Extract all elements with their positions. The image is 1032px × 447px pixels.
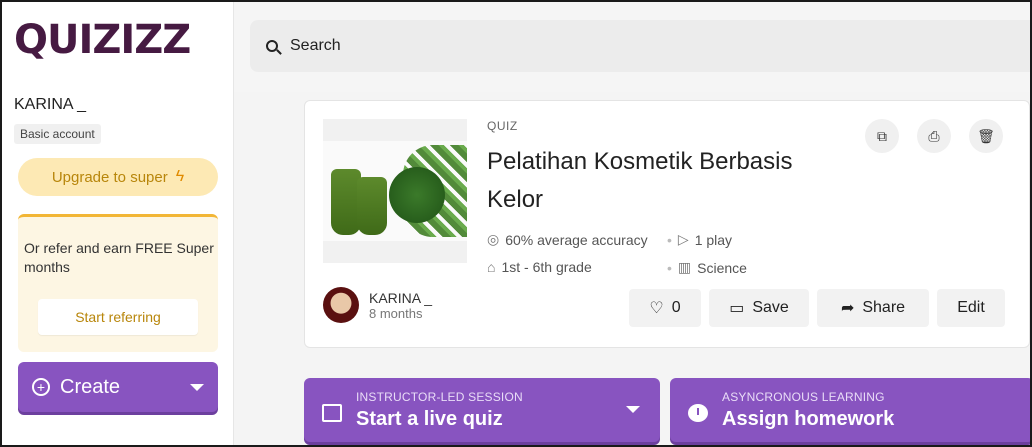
upgrade-label: Upgrade to super — [51, 168, 168, 186]
quiz-card: QUIZ Pelatihan Kosmetik Berbasis Kelor ◎… — [304, 100, 1030, 348]
quiz-thumbnail — [323, 119, 467, 263]
quizizz-logo[interactable]: QUIZIZZ — [14, 16, 191, 64]
quiz-title: Pelatihan Kosmetik Berbasis Kelor — [487, 148, 793, 213]
share-label: Share — [862, 299, 906, 316]
main-content: QUIZ Pelatihan Kosmetik Berbasis Kelor ◎… — [234, 92, 1030, 445]
save-button[interactable]: ▭ Save — [709, 289, 809, 327]
user-name: KARINA _ — [14, 96, 87, 113]
live-session-label: Start a live quiz — [356, 408, 503, 430]
chevron-down-icon[interactable] — [626, 406, 640, 413]
author-name: KARINA _ — [369, 289, 433, 306]
trash-icon[interactable]: 🗑 — [969, 119, 1003, 153]
subject-stat: • ▥ Science — [667, 259, 747, 276]
homework-label: Assign homework — [722, 408, 895, 430]
homework-kicker: ASYNCRONOUS LEARNING — [722, 390, 885, 404]
drink-glass — [357, 177, 387, 235]
grade-text: 1st - 6th grade — [501, 259, 592, 275]
play-icon: ▷ — [677, 231, 689, 247]
start-referring-button[interactable]: Start referring — [38, 299, 198, 335]
moringa-image — [323, 141, 467, 241]
moringa-powder — [389, 167, 445, 223]
sidebar: QUIZIZZ KARINA _ Basic account Upgrade t… — [2, 2, 234, 445]
plays-text: 1 play — [694, 231, 733, 248]
search-bar[interactable]: Search — [250, 20, 1030, 72]
grade-stat: ⌂ 1st - 6th grade — [487, 259, 592, 275]
share-button[interactable]: ➦ Share — [817, 289, 929, 327]
plus-circle-icon: + — [32, 378, 50, 396]
account-type-badge: Basic account — [14, 124, 101, 144]
heart-icon: ♡ — [649, 300, 664, 317]
quiz-type-label: QUIZ — [487, 119, 518, 133]
whiteboard-icon — [322, 404, 342, 422]
books-icon: ▥ — [677, 259, 692, 275]
avatar — [323, 287, 359, 323]
target-icon: ◎ — [487, 231, 500, 247]
app-window: QUIZIZZ KARINA _ Basic account Upgrade t… — [0, 0, 1032, 447]
folder-icon: ▭ — [729, 300, 745, 317]
graduation-cap-icon: ⌂ — [487, 259, 496, 275]
separator-dot: • — [667, 259, 672, 276]
print-icon[interactable]: ⎙ — [917, 119, 951, 153]
separator-dot: • — [667, 231, 672, 248]
copy-icon[interactable]: ⧉ — [865, 119, 899, 153]
upgrade-button[interactable]: Upgrade to super ϟ — [18, 158, 218, 196]
accuracy-text: 60% average accuracy — [505, 231, 648, 248]
subject-text: Science — [697, 259, 747, 276]
start-live-quiz-button[interactable]: INSTRUCTOR-LED SESSION Start a live quiz — [304, 378, 660, 442]
referral-box: Or refer and earn FREE Super months Star… — [18, 214, 218, 352]
like-count: 0 — [671, 299, 681, 316]
top-bar: Search — [234, 2, 1030, 92]
plays-stat: • ▷ 1 play — [667, 231, 732, 248]
accuracy-stat: ◎ 60% average accuracy — [487, 231, 648, 248]
chevron-down-icon — [190, 383, 204, 391]
referral-text: Or refer and earn FREE Super months — [24, 240, 214, 275]
share-icon: ➦ — [840, 300, 855, 317]
author-time: 8 months — [369, 305, 423, 321]
create-button[interactable]: + Create — [18, 362, 218, 412]
search-input[interactable]: Search — [290, 37, 341, 55]
assign-homework-button[interactable]: ASYNCRONOUS LEARNING Assign homework — [670, 378, 1030, 442]
clock-icon — [688, 404, 708, 422]
save-label: Save — [752, 299, 789, 316]
like-button[interactable]: ♡ 0 — [629, 289, 701, 327]
live-session-kicker: INSTRUCTOR-LED SESSION — [356, 390, 523, 404]
author-info[interactable]: KARINA _ 8 months — [323, 287, 432, 323]
bolt-icon: ϟ — [175, 168, 185, 185]
edit-button[interactable]: Edit — [937, 289, 1005, 327]
create-label: Create — [60, 375, 121, 398]
search-icon — [266, 40, 278, 52]
